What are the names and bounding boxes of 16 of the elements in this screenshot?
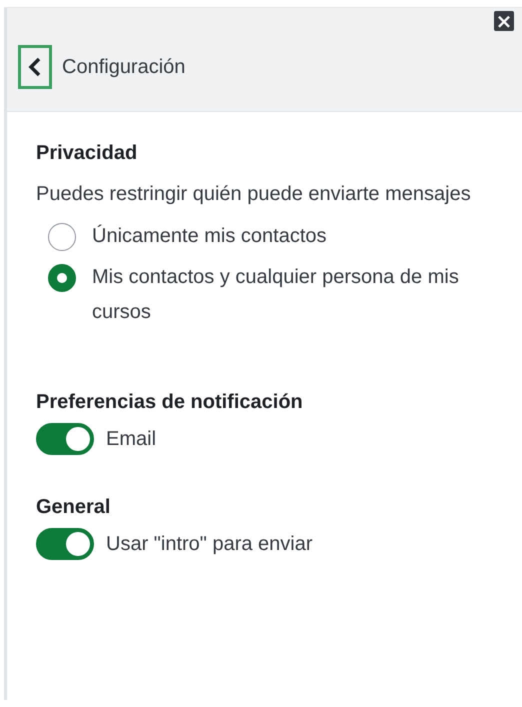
- section-title: General: [36, 495, 112, 520]
- radio-label: Únicamente mis contactos: [92, 224, 327, 249]
- section-description: Puedes restringir quién puede enviarte mensajes: [36, 182, 472, 207]
- toggle-switch[interactable]: [36, 528, 94, 560]
- radio-button[interactable]: [48, 264, 76, 292]
- toggle-switch[interactable]: [36, 423, 94, 455]
- back-button[interactable]: [18, 45, 52, 89]
- toggle-label: Email: [106, 428, 156, 450]
- radio-button[interactable]: [48, 223, 76, 251]
- section-title: Preferencias de notificación: [36, 390, 304, 415]
- back-icon: [28, 57, 42, 77]
- section-title: Privacidad: [36, 141, 138, 166]
- close-button[interactable]: ×: [494, 11, 514, 31]
- radio-label: Mis contactos y cualquier persona de mis cursos: [92, 265, 460, 325]
- toggle-label: Usar "intro" para enviar: [106, 532, 313, 556]
- panel-title: Configuración: [62, 56, 186, 78]
